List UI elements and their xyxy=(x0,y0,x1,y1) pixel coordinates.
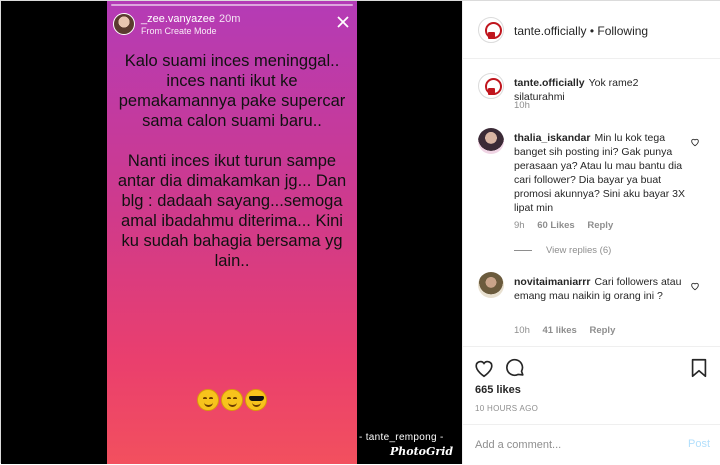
like-heart-icon[interactable] xyxy=(473,357,495,379)
comment-time: 10h xyxy=(514,325,530,336)
close-icon xyxy=(337,16,349,28)
story-paragraph-1: Kalo suami inces meninggal.. inces nanti… xyxy=(118,52,346,130)
post-actions: 665 likes 10 HOURS AGO Post xyxy=(463,346,720,464)
post-button[interactable]: Post xyxy=(688,438,710,450)
smiling-face-emoji xyxy=(221,389,243,411)
heart-icon[interactable] xyxy=(690,281,700,291)
story-avatar xyxy=(113,13,135,35)
comment-likes[interactable]: 41 likes xyxy=(543,325,577,336)
comment-meta: 10h 41 likes Reply xyxy=(514,325,625,336)
comment-user[interactable]: novitaimaniarrr xyxy=(514,276,590,288)
comment-meta: 9h 60 Likes Reply xyxy=(514,220,623,231)
comment-time: 9h xyxy=(514,220,525,231)
comment-body: thalia_iskandar Min lu kok tega banget si… xyxy=(514,131,690,215)
caption-time: 10h xyxy=(514,100,530,111)
post-header-title: tante.officially • Following xyxy=(514,24,648,38)
add-comment-bar: Post xyxy=(463,424,720,465)
media-panel: _zee.vanyazee 20m From Create Mode Kalo s… xyxy=(1,1,462,464)
heart-icon[interactable] xyxy=(690,137,700,147)
watermark-app: PhotoGrid xyxy=(390,445,454,458)
caption-avatar[interactable] xyxy=(478,73,504,99)
watermark-credit: - tante_rempong - xyxy=(359,432,444,443)
story-progress-bar xyxy=(111,4,353,6)
reply-button[interactable]: Reply xyxy=(589,325,615,336)
comment-avatar[interactable] xyxy=(478,272,504,298)
comment-text: Min lu kok tega banget sih posting ini? … xyxy=(514,132,686,214)
account-avatar[interactable] xyxy=(478,17,504,43)
sunglasses-face-emoji xyxy=(245,389,267,411)
account-name[interactable]: tante.officially xyxy=(514,24,587,38)
story-paragraph-2: Nanti inces ikut turun sampe antar dia d… xyxy=(117,152,347,270)
post-side-panel: tante.officially • Following tante.offic… xyxy=(462,1,720,464)
separator-dot: • xyxy=(589,24,595,38)
caption-body: tante.officially Yok rame2 silaturahmi xyxy=(514,76,690,104)
smiling-face-emoji xyxy=(197,389,219,411)
reply-button[interactable]: Reply xyxy=(587,220,613,231)
bookmark-icon[interactable] xyxy=(688,357,710,379)
follow-status[interactable]: Following xyxy=(597,24,648,38)
view-replies[interactable]: View replies (6) xyxy=(514,245,611,256)
story-screenshot: _zee.vanyazee 20m From Create Mode Kalo s… xyxy=(107,1,357,464)
comment-likes[interactable]: 60 Likes xyxy=(537,220,575,231)
replies-line xyxy=(514,249,532,251)
comment-icon[interactable] xyxy=(504,357,526,379)
post-header: tante.officially • Following xyxy=(463,1,720,59)
add-comment-input[interactable] xyxy=(475,437,675,453)
comment-avatar[interactable] xyxy=(478,128,504,154)
caption-user[interactable]: tante.officially xyxy=(514,77,585,89)
story-username: _zee.vanyazee xyxy=(141,13,215,25)
story-time: 20m xyxy=(219,13,241,25)
instagram-post-window: _zee.vanyazee 20m From Create Mode Kalo s… xyxy=(0,0,720,464)
likes-count[interactable]: 665 likes xyxy=(475,384,521,396)
comment-user[interactable]: thalia_iskandar xyxy=(514,132,590,144)
emoji-row xyxy=(107,389,357,411)
view-replies-label: View replies (6) xyxy=(546,245,612,256)
story-username-line: _zee.vanyazee 20m xyxy=(141,13,240,25)
post-time: 10 HOURS AGO xyxy=(475,404,539,413)
caption-meta: 10h xyxy=(514,100,540,111)
story-mode: From Create Mode xyxy=(141,26,217,36)
story-text: Kalo suami inces meninggal.. inces nanti… xyxy=(117,51,347,291)
comment-body: novitaimaniarrr Cari followers atau emang… xyxy=(514,275,690,303)
